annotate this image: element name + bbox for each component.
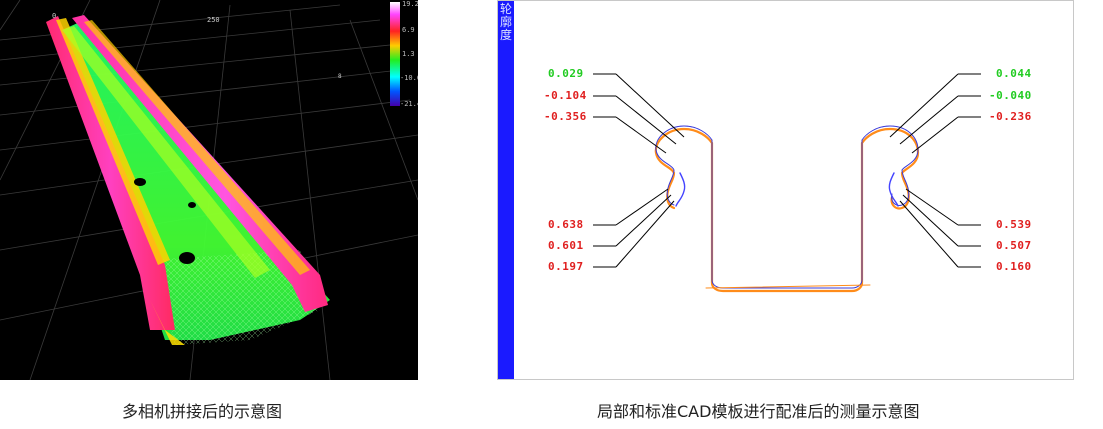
left-caption: 多相机拼接后的示意图 xyxy=(122,402,283,421)
colorbar-label: 6.9 xyxy=(402,26,415,34)
measurement-left-4: 0.638 xyxy=(548,218,584,231)
colorbar-label: -10.6 xyxy=(400,74,418,82)
colorbar-label: 19.2 xyxy=(402,0,418,8)
point-cloud-view[interactable]: 0 250 8 19.2 6.9 1.3 -10.6 -21.4 xyxy=(0,0,418,380)
measurement-right-2: -0.040 xyxy=(989,89,1032,102)
measurement-left-6: 0.197 xyxy=(548,260,584,273)
color-scale-bar xyxy=(390,2,400,106)
measurement-left-3: -0.356 xyxy=(544,110,587,123)
svg-text:0: 0 xyxy=(52,12,56,20)
profile-measurement-view[interactable]: 轮廓度 0.029 -0.104 -0.356 0.638 0.601 0.19… xyxy=(497,0,1074,380)
measurement-right-4: 0.539 xyxy=(996,218,1032,231)
point-cloud-render: 0 250 8 xyxy=(0,0,418,380)
measurement-right-3: -0.236 xyxy=(989,110,1032,123)
colorbar-label: 1.3 xyxy=(402,50,415,58)
colorbar-label: -21.4 xyxy=(400,100,418,108)
measurement-left-1: 0.029 xyxy=(548,67,584,80)
measurement-left-5: 0.601 xyxy=(548,239,584,252)
leader-lines-left xyxy=(593,73,685,268)
measurement-right-5: 0.507 xyxy=(996,239,1032,252)
profile-drawing xyxy=(593,73,981,293)
measurement-right-1: 0.044 xyxy=(996,67,1032,80)
right-caption: 局部和标准CAD模板进行配准后的测量示意图 xyxy=(597,402,920,421)
svg-text:8: 8 xyxy=(338,73,342,80)
measurement-right-6: 0.160 xyxy=(996,260,1032,273)
svg-text:250: 250 xyxy=(207,16,220,24)
measurement-left-2: -0.104 xyxy=(544,89,587,102)
